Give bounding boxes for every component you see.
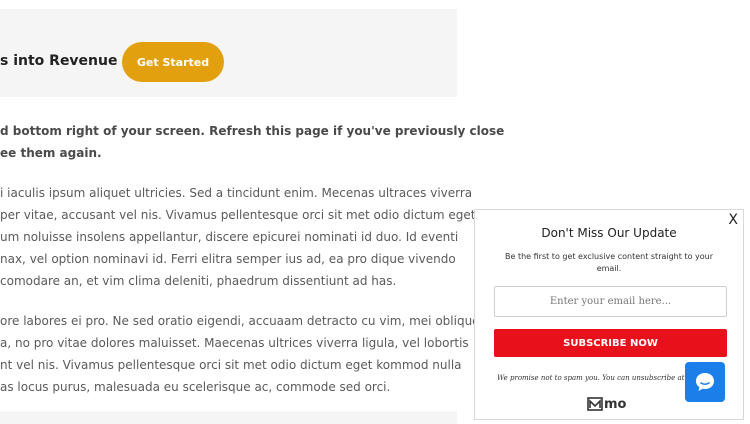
popup-subtitle: Be the first to get exclusive content st… [505,252,713,273]
bottom-strip [0,411,457,424]
intro-paragraph: d bottom right of your screen. Refresh t… [0,120,504,164]
paragraph-line: nt vel nis. Vivamus pellentesque orci si… [0,358,462,372]
chat-button[interactable] [685,362,725,402]
paragraph-line: um noluisse insolens appellantur, discer… [0,230,459,244]
logo-mark-icon [587,397,603,411]
body-paragraph-1: i iaculis ipsum aliquet ultricies. Sed a… [0,182,475,292]
promo-banner: s into Revenue Get Started [0,9,457,97]
paragraph-line: ore labores ei pro. Ne sed oratio eigend… [0,314,480,328]
body-paragraph-2: ore labores ei pro. Ne sed oratio eigend… [0,310,480,398]
paragraph-line: as locus purus, malesuada eu scelerisque… [0,380,391,394]
email-field[interactable] [494,286,727,317]
intro-line: d bottom right of your screen. Refresh t… [0,124,505,138]
brand-logo: mo [587,396,626,412]
intro-line: ee them again. [0,146,102,160]
subscribe-button[interactable]: SUBSCRIBE NOW [494,329,727,357]
logo-text: mo [604,396,627,412]
paragraph-line: per vitae, accusant vel nis. Vivamus pel… [0,208,476,222]
get-started-button[interactable]: Get Started [122,42,224,82]
paragraph-line: a, no pro vitae dolores maluisset. Maece… [0,336,469,350]
chat-bubble-icon [696,373,714,391]
popup-title: Don't Miss Our Update [541,226,677,240]
paragraph-line: comodare an, et vim clima deleniti, phae… [0,274,397,288]
paragraph-line: i iaculis ipsum aliquet ultricies. Sed a… [0,186,473,200]
paragraph-line: nax, vel option nominavi id. Ferri elitr… [0,252,456,266]
popup-disclaimer: We promise not to spam you. You can unsu… [497,374,687,382]
banner-title: s into Revenue [0,53,118,69]
